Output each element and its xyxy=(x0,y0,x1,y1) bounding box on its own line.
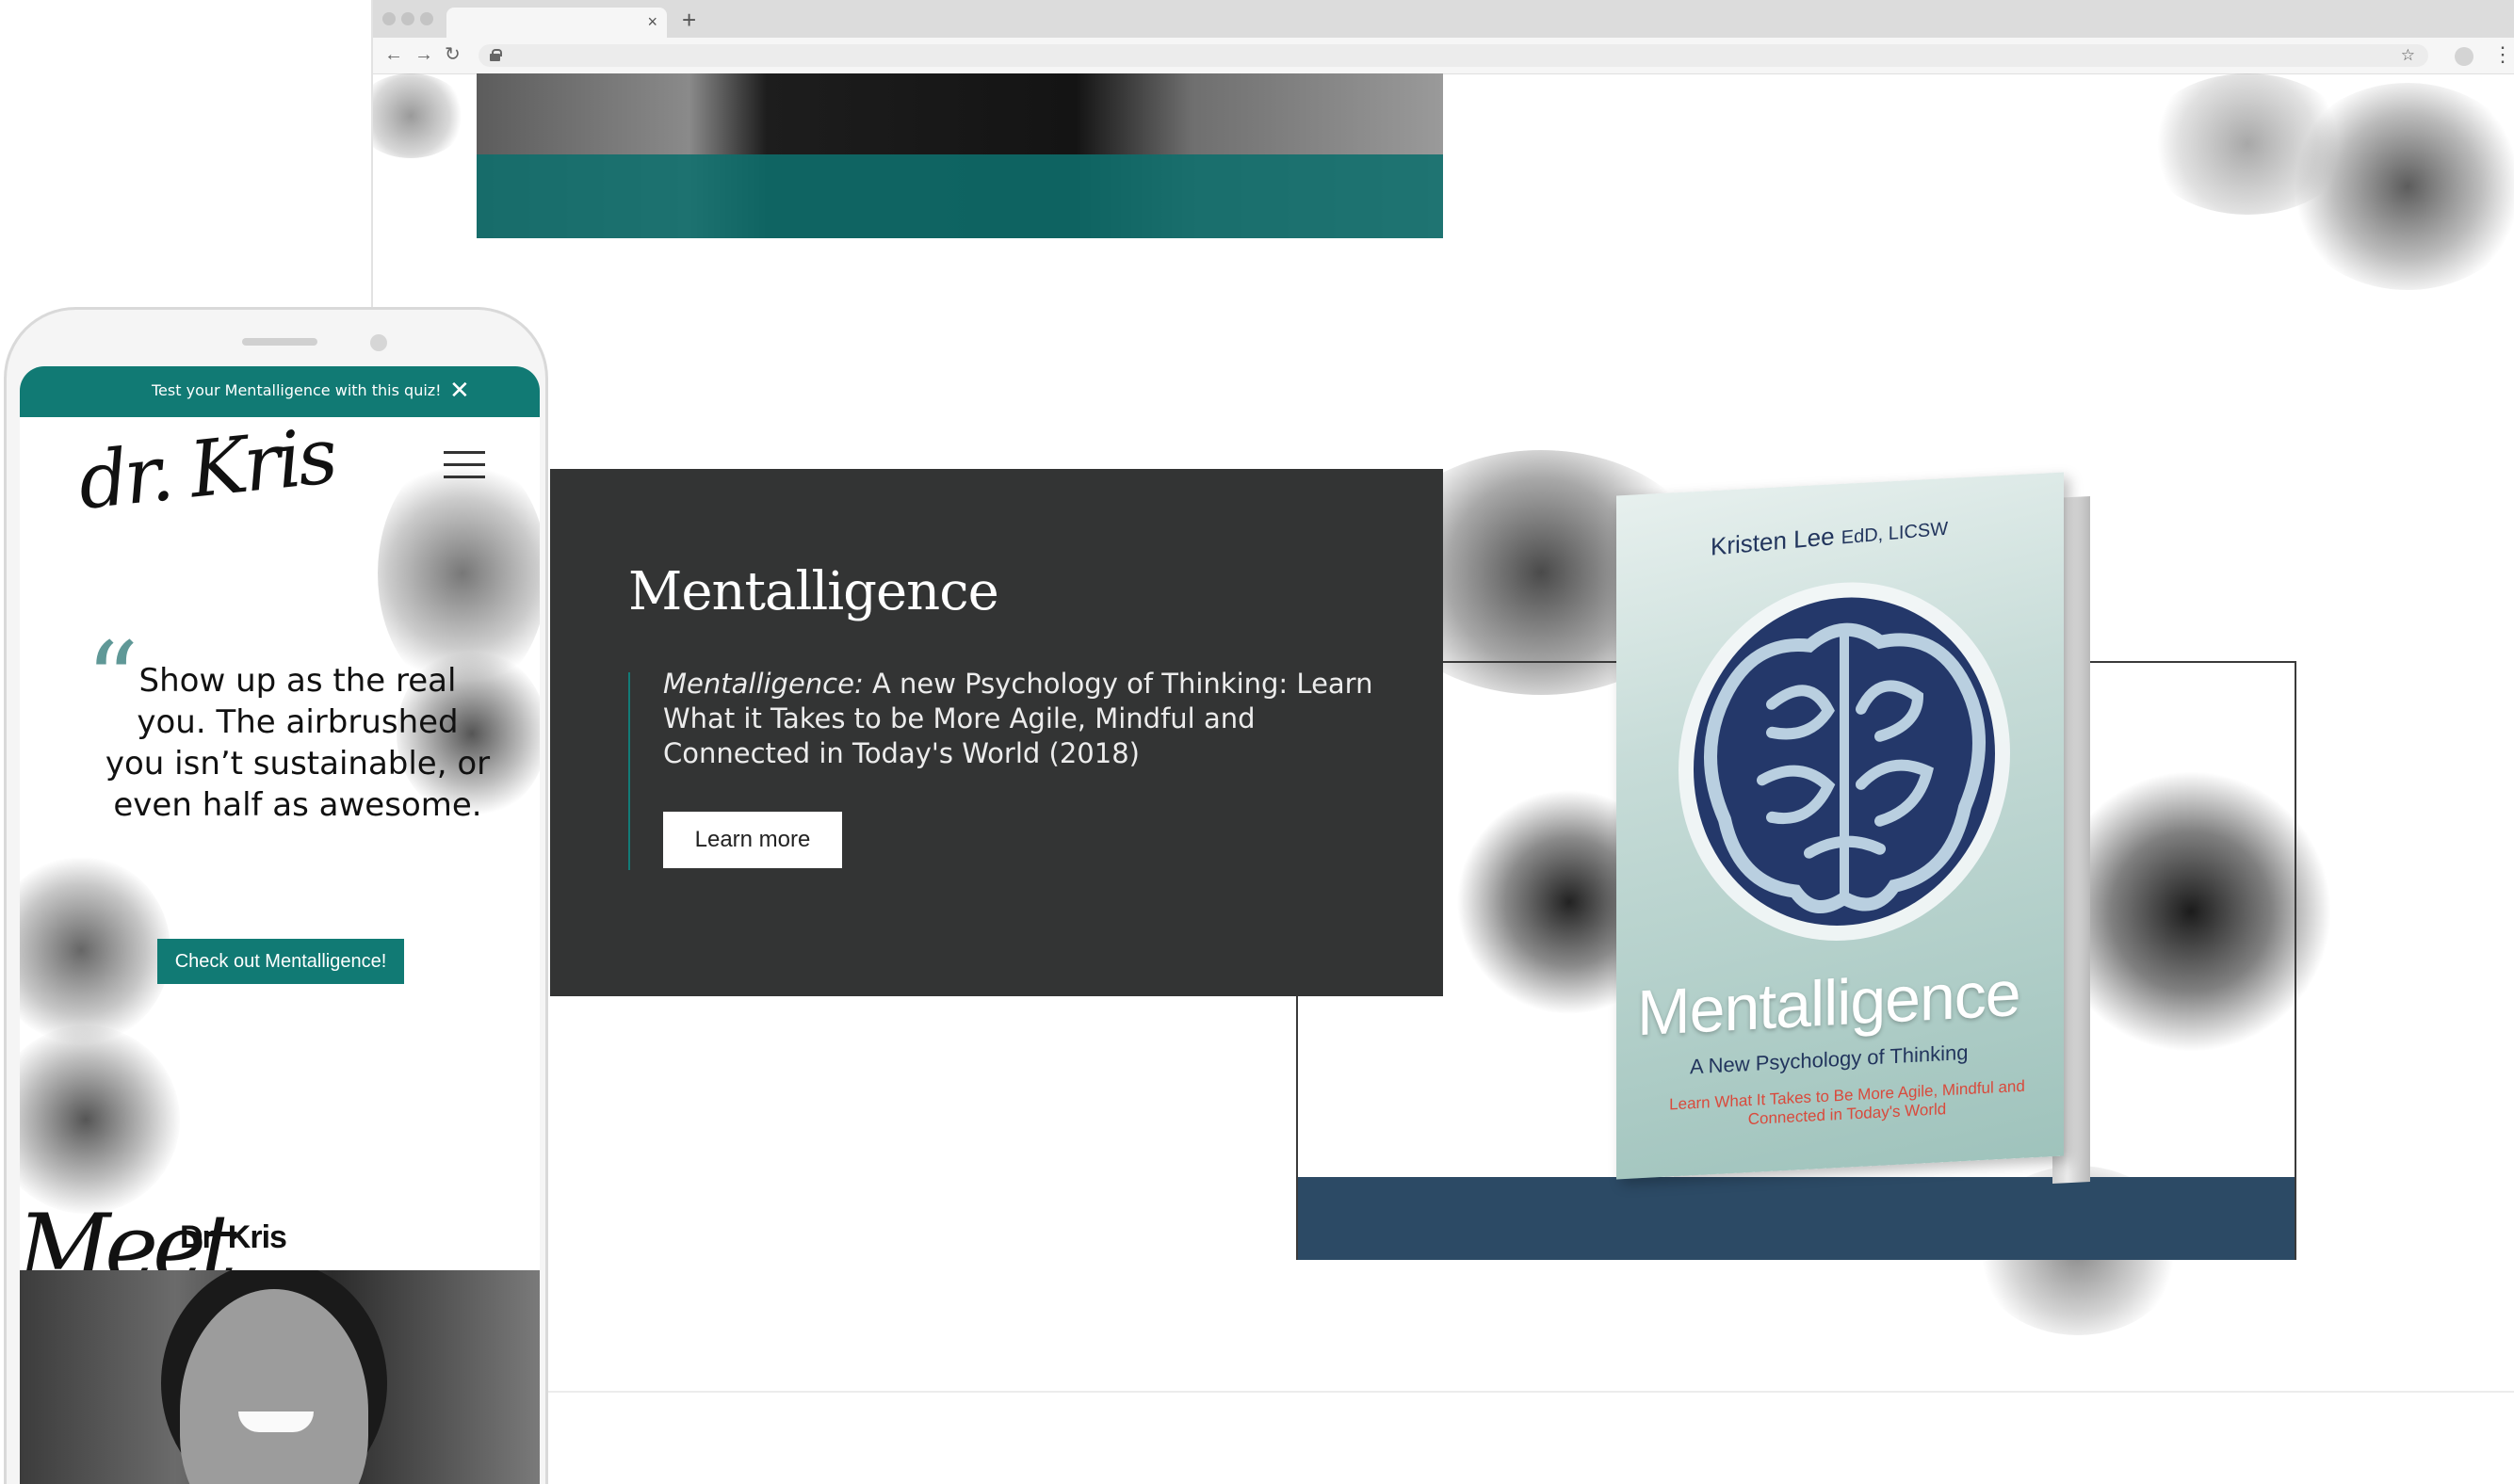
new-tab-icon[interactable]: + xyxy=(682,7,696,33)
hero-quote: Show up as the real you. The airbrushed … xyxy=(105,662,491,824)
portrait-smile xyxy=(238,1411,314,1432)
page-viewport: Mentalligence Mentalligence: A new Psych… xyxy=(373,73,2514,1391)
ink-blot-decoration xyxy=(20,856,170,1044)
address-bar[interactable]: ☆ xyxy=(478,44,2428,67)
forward-arrow-icon[interactable]: → xyxy=(414,42,433,67)
book-author-credentials: EdD, LICSW xyxy=(1841,518,1949,549)
meet-heading-name: Dr. Kris xyxy=(180,1219,287,1255)
back-arrow-icon[interactable]: ← xyxy=(384,42,403,67)
ink-blot-decoration xyxy=(20,1025,180,1214)
browser-tab[interactable]: × xyxy=(446,8,667,38)
book-cover-subtitle: A New Psychology of Thinking xyxy=(1690,1040,1969,1079)
hamburger-line xyxy=(444,451,485,454)
phone-frame: Test your Mentalligence with this quiz! … xyxy=(4,307,548,1484)
site-logo[interactable]: dr. Kris xyxy=(74,411,338,527)
hamburger-line xyxy=(444,476,485,478)
ink-blot-decoration xyxy=(2285,83,2514,290)
book-info-panel: Mentalligence Mentalligence: A new Psych… xyxy=(550,469,1443,996)
book-section-title: Mentalligence xyxy=(628,561,999,622)
close-icon[interactable]: ✕ xyxy=(449,376,470,404)
mobile-screen: Test your Mentalligence with this quiz! … xyxy=(20,366,540,1484)
book-author: Kristen Lee EdD, LICSW xyxy=(1711,512,1948,562)
hamburger-menu-icon[interactable] xyxy=(444,451,485,479)
book-cover-tagline: Learn What It Takes to Be More Agile, Mi… xyxy=(1669,1076,2025,1129)
book-frame-band xyxy=(1298,1177,2295,1260)
book-author-name: Kristen Lee xyxy=(1711,522,1835,561)
hamburger-line xyxy=(444,463,485,466)
browser-window: × + ← → ↻ ☆ ⋮ Mentalligence Mentalligenc… xyxy=(371,0,2514,1393)
phone-camera xyxy=(370,334,387,351)
book-cover-title: Mentalligence xyxy=(1637,957,2020,1050)
tab-close-icon[interactable]: × xyxy=(647,11,657,32)
browser-toolbar: ← → ↻ ☆ ⋮ xyxy=(373,38,2514,74)
window-maximize-dot[interactable] xyxy=(420,12,433,25)
window-minimize-dot[interactable] xyxy=(401,12,414,25)
book-description: Mentalligence: A new Psychology of Think… xyxy=(663,667,1379,771)
lock-icon-body xyxy=(490,54,500,61)
announcement-bar[interactable]: Test your Mentalligence with this quiz! … xyxy=(20,366,540,417)
profile-avatar[interactable] xyxy=(2455,47,2473,66)
book-description-title: Mentalligence: xyxy=(663,668,864,700)
phone-speaker xyxy=(242,338,317,346)
menu-dots-icon[interactable]: ⋮ xyxy=(2492,41,2513,68)
window-close-dot[interactable] xyxy=(382,12,396,25)
ink-blot-decoration xyxy=(373,73,467,158)
announcement-text[interactable]: Test your Mentalligence with this quiz! xyxy=(152,381,442,399)
brain-icon xyxy=(1679,582,2010,941)
book-cover-image: Kristen Lee EdD, LICSW Mentalligence A N… xyxy=(1616,472,2064,1180)
portrait-photo xyxy=(20,1270,540,1484)
star-icon[interactable]: ☆ xyxy=(2401,44,2415,67)
hero-teal-overlay xyxy=(477,154,1443,238)
learn-more-button[interactable]: Learn more xyxy=(663,812,842,868)
check-out-mentalligence-button[interactable]: Check out Mentalligence! xyxy=(157,939,404,984)
reload-icon[interactable]: ↻ xyxy=(445,42,461,67)
accent-rule xyxy=(628,672,630,870)
browser-tab-bar: × + xyxy=(373,0,2514,38)
hero-photo xyxy=(477,73,1443,238)
